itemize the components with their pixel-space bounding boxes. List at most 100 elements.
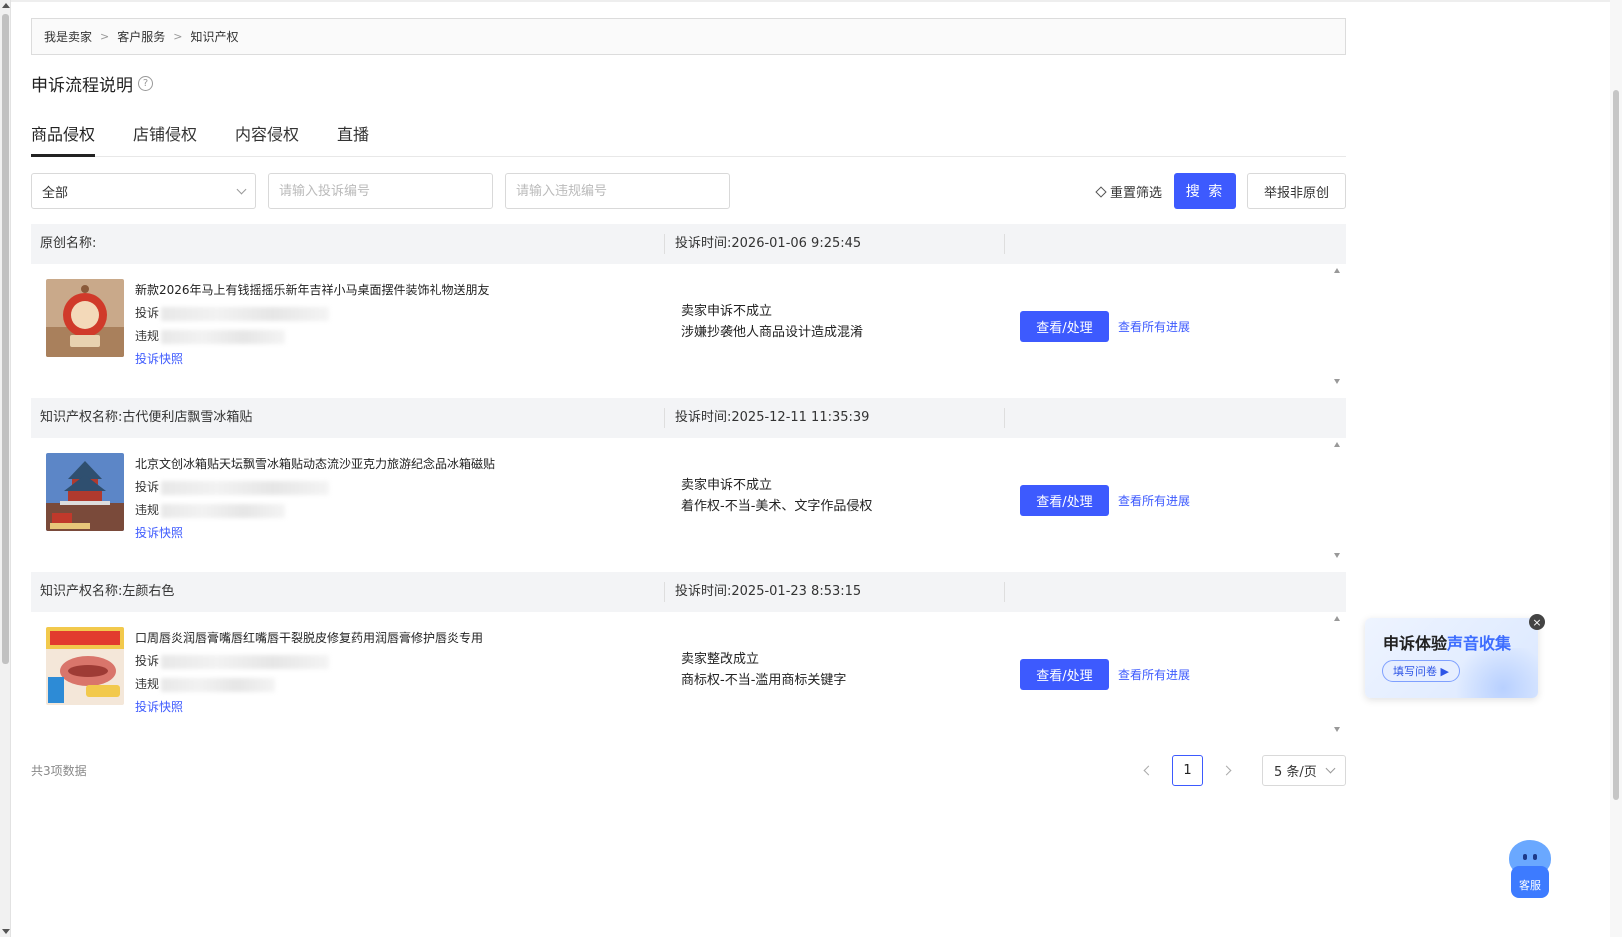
complaint-snapshot-link[interactable]: 投诉快照 [135, 348, 490, 371]
product-image[interactable] [46, 279, 124, 357]
view-all-progress-link[interactable]: 查看所有进展 [1118, 318, 1190, 335]
next-page-icon[interactable] [1221, 765, 1232, 775]
actions-cell: 查看/处理 查看所有进展 [1005, 438, 1346, 562]
status-cell: 卖家整改成立 商标权-不当-滥用商标关键字 [665, 612, 1005, 736]
breadcrumb-item-seller[interactable]: 我是卖家 [44, 28, 92, 45]
complaint-number-row: 投诉 [135, 476, 495, 499]
violation-number-redacted [161, 677, 276, 692]
product-info: 北京文创冰箱贴天坛飘雪冰箱贴动态流沙亚克力旅游纪念品冰箱磁贴 投诉 违规 投诉快… [135, 453, 495, 562]
actions-cell: 查看/处理 查看所有进展 [1005, 612, 1346, 736]
record-complaint-time: 投诉时间:2025-12-11 11:35:39 [665, 408, 1005, 428]
search-button[interactable]: 搜 索 [1174, 173, 1236, 209]
mascot-eye [1533, 854, 1537, 860]
page-number-current[interactable]: 1 [1172, 754, 1203, 786]
view-all-progress-link[interactable]: 查看所有进展 [1118, 492, 1190, 509]
total-count: 共3项数据 [31, 764, 87, 778]
tab-store-infringement[interactable]: 店铺侵权 [133, 117, 197, 156]
record-scrollbar[interactable] [1333, 616, 1343, 732]
survey-decoration [1448, 648, 1538, 698]
tab-bar: 商品侵权 店铺侵权 内容侵权 直播 [31, 117, 1346, 157]
scroll-up-arrow[interactable] [1334, 616, 1340, 621]
page-size-select[interactable]: 5 条/页 [1262, 754, 1346, 786]
record-body: 北京文创冰箱贴天坛飘雪冰箱贴动态流沙亚克力旅游纪念品冰箱磁贴 投诉 违规 投诉快… [31, 438, 1346, 562]
complaint-snapshot-link[interactable]: 投诉快照 [135, 522, 495, 545]
status-select-value: 全部 [42, 185, 69, 201]
violation-reason: 商标权-不当-滥用商标关键字 [681, 673, 847, 688]
product-cell: 新款2026年马上有钱摇摇乐新年吉祥小马桌面摆件装饰礼物送朋友 投诉 违规 投诉… [31, 264, 665, 388]
breadcrumb-item-service[interactable]: 客户服务 [117, 28, 165, 45]
page-title-text: 申诉流程说明 [31, 75, 133, 96]
view-all-progress-link[interactable]: 查看所有进展 [1118, 666, 1190, 683]
record-ip-name: 知识产权名称:左颜右色 [31, 582, 665, 602]
scroll-down-arrow[interactable] [2, 929, 10, 934]
chevron-down-icon [236, 184, 247, 194]
violation-number-row: 违规 [135, 325, 490, 348]
survey-banner[interactable]: 申诉体验声音收集 填写问卷 ▶ [1365, 618, 1538, 698]
view-handle-button[interactable]: 查看/处理 [1020, 310, 1109, 342]
record-scrollbar[interactable] [1333, 442, 1343, 558]
eraser-icon [1095, 186, 1107, 198]
product-cell: 北京文创冰箱贴天坛飘雪冰箱贴动态流沙亚克力旅游纪念品冰箱磁贴 投诉 违规 投诉快… [31, 438, 665, 562]
view-handle-button[interactable]: 查看/处理 [1020, 658, 1109, 690]
appeal-status: 卖家申诉不成立 [681, 304, 773, 319]
scroll-up-arrow[interactable] [1334, 442, 1340, 447]
product-title[interactable]: 新款2026年马上有钱摇摇乐新年吉祥小马桌面摆件装饰礼物送朋友 [135, 279, 490, 302]
actions-cell: 查看/处理 查看所有进展 [1005, 264, 1346, 388]
complaint-number-input[interactable] [268, 173, 493, 209]
tab-live[interactable]: 直播 [337, 117, 369, 156]
record-scrollbar[interactable] [1333, 268, 1343, 384]
complaint-snapshot-link[interactable]: 投诉快照 [135, 696, 483, 719]
scroll-down-arrow[interactable] [1334, 379, 1340, 384]
chevron-down-icon [1325, 763, 1336, 773]
scrollbar-thumb[interactable] [2, 14, 9, 664]
report-non-original-button[interactable]: 举报非原创 [1247, 173, 1346, 209]
fill-survey-button[interactable]: 填写问卷 ▶ [1382, 660, 1460, 682]
scroll-down-arrow[interactable] [1334, 553, 1340, 558]
violation-number-redacted [161, 503, 286, 518]
product-title[interactable]: 口周唇炎润唇膏嘴唇红嘴唇干裂脱皮修复药用润唇膏修护唇炎专用 [135, 627, 483, 650]
complaint-number-redacted [161, 654, 330, 669]
product-info: 口周唇炎润唇膏嘴唇红嘴唇干裂脱皮修复药用润唇膏修护唇炎专用 投诉 违规 投诉快照 [135, 627, 483, 736]
product-image[interactable] [46, 453, 124, 531]
status-select[interactable]: 全部 [31, 173, 256, 209]
tab-content-infringement[interactable]: 内容侵权 [235, 117, 299, 156]
status-cell: 卖家申诉不成立 着作权-不当-美术、文字作品侵权 [665, 438, 1005, 562]
product-title[interactable]: 北京文创冰箱贴天坛飘雪冰箱贴动态流沙亚克力旅游纪念品冰箱磁贴 [135, 453, 495, 476]
reset-filter-label: 重置筛选 [1109, 185, 1162, 201]
violation-number-row: 违规 [135, 673, 483, 696]
survey-title: 申诉体验声音收集 [1383, 630, 1511, 654]
top-divider [11, 0, 1610, 2]
complaint-number-label: 投诉 [135, 306, 160, 320]
page-title: 申诉流程说明 ? [31, 71, 1346, 96]
appeal-status: 卖家整改成立 [681, 652, 760, 667]
list-footer: 共3项数据 1 5 条/页 [31, 754, 1346, 786]
reset-filter-button[interactable]: 重置筛选 [1095, 182, 1162, 201]
record-original-name: 原创名称: [31, 234, 665, 254]
tab-product-infringement[interactable]: 商品侵权 [31, 117, 96, 157]
record-item: 原创名称: 投诉时间:2026-01-06 9:25:45 新款2026年马上有… [31, 224, 1346, 388]
breadcrumb-separator: > [173, 30, 183, 43]
scroll-down-arrow[interactable] [1334, 727, 1340, 732]
scrollbar-thumb-right[interactable] [1613, 90, 1619, 800]
violation-reason: 涉嫌抄袭他人商品设计造成混淆 [681, 325, 864, 340]
help-icon[interactable]: ? [138, 75, 153, 91]
scroll-up-arrow[interactable] [2, 3, 10, 8]
appeal-status: 卖家申诉不成立 [681, 478, 773, 493]
close-icon[interactable]: × [1529, 614, 1545, 630]
violation-number-input[interactable] [505, 173, 730, 209]
record-ip-name: 知识产权名称:古代便利店飘雪冰箱贴 [31, 408, 665, 428]
complaint-number-redacted [161, 480, 330, 495]
customer-service-widget[interactable]: 客服 [1507, 840, 1553, 898]
view-handle-button[interactable]: 查看/处理 [1020, 484, 1109, 516]
page-scrollbar-right[interactable] [1610, 0, 1622, 937]
scroll-up-arrow[interactable] [1334, 268, 1340, 273]
prev-page-icon[interactable] [1143, 765, 1154, 775]
record-complaint-time: 投诉时间:2026-01-06 9:25:45 [665, 234, 1005, 254]
pagination: 1 5 条/页 [1131, 754, 1346, 786]
records-list: 原创名称: 投诉时间:2026-01-06 9:25:45 新款2026年马上有… [31, 224, 1346, 736]
main-content: 我是卖家 > 客户服务 > 知识产权 申诉流程说明 ? 商品侵权 店铺侵权 内容… [31, 18, 1346, 786]
page-scrollbar-left[interactable] [0, 0, 11, 937]
record-body: 新款2026年马上有钱摇摇乐新年吉祥小马桌面摆件装饰礼物送朋友 投诉 违规 投诉… [31, 264, 1346, 388]
product-image[interactable] [46, 627, 124, 705]
violation-number-label: 违规 [135, 329, 160, 343]
